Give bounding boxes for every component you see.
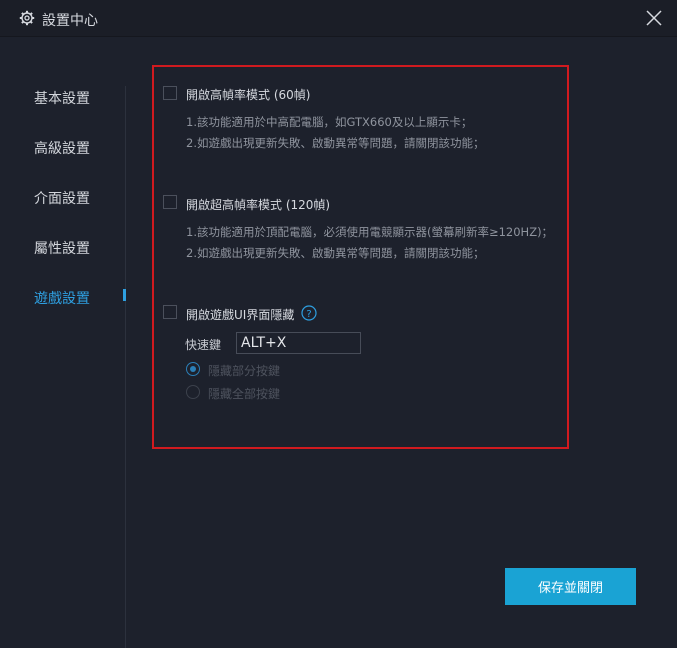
sidebar-item-interface[interactable]: 介面設置	[34, 188, 90, 208]
high-fps-checkbox[interactable]	[163, 86, 177, 100]
sidebar-item-properties[interactable]: 屬性設置	[34, 238, 90, 258]
hide-ui-label: 開啟遊戲UI界面隱藏	[186, 308, 295, 322]
high-fps-label: 開啟高幀率模式 (60幀)	[186, 88, 311, 102]
sidebar-item-basic[interactable]: 基本設置	[34, 88, 90, 108]
svg-text:?: ?	[306, 309, 311, 320]
hide-all-radio[interactable]	[186, 385, 200, 399]
hide-partial-radio[interactable]	[186, 362, 200, 376]
hotkey-input[interactable]	[236, 332, 361, 354]
sidebar-item-advanced[interactable]: 高級設置	[34, 138, 90, 158]
hide-all-label: 隱藏全部按鍵	[208, 387, 281, 401]
sidebar-active-indicator	[123, 289, 126, 301]
ultra-fps-checkbox[interactable]	[163, 195, 177, 209]
sidebar	[0, 37, 125, 648]
ultra-fps-desc-1: 1.該功能適用於頂配電腦，必須使用電競顯示器(螢幕刷新率≥120HZ)；	[186, 225, 554, 239]
sidebar-divider	[125, 86, 126, 648]
sidebar-item-game[interactable]: 遊戲設置	[34, 288, 90, 308]
hide-partial-label: 隱藏部分按鍵	[208, 364, 281, 378]
high-fps-desc-1: 1.該功能適用於中高配電腦，如GTX660及以上顯示卡；	[186, 115, 473, 129]
ultra-fps-label: 開啟超高幀率模式 (120幀)	[186, 198, 331, 212]
gear-icon	[19, 10, 35, 26]
hide-ui-checkbox[interactable]	[163, 305, 177, 319]
hotkey-label: 快速鍵	[185, 338, 222, 352]
save-and-close-button[interactable]: 保存並關閉	[505, 568, 636, 605]
window-title: 設置中心	[42, 13, 98, 29]
close-icon[interactable]	[644, 8, 664, 28]
title-bar: 設置中心	[0, 0, 677, 37]
high-fps-desc-2: 2.如遊戲出現更新失敗、啟動異常等問題，請關閉該功能；	[186, 136, 485, 150]
question-mark-icon[interactable]: ?	[301, 305, 317, 321]
ultra-fps-desc-2: 2.如遊戲出現更新失敗、啟動異常等問題，請關閉該功能；	[186, 246, 485, 260]
